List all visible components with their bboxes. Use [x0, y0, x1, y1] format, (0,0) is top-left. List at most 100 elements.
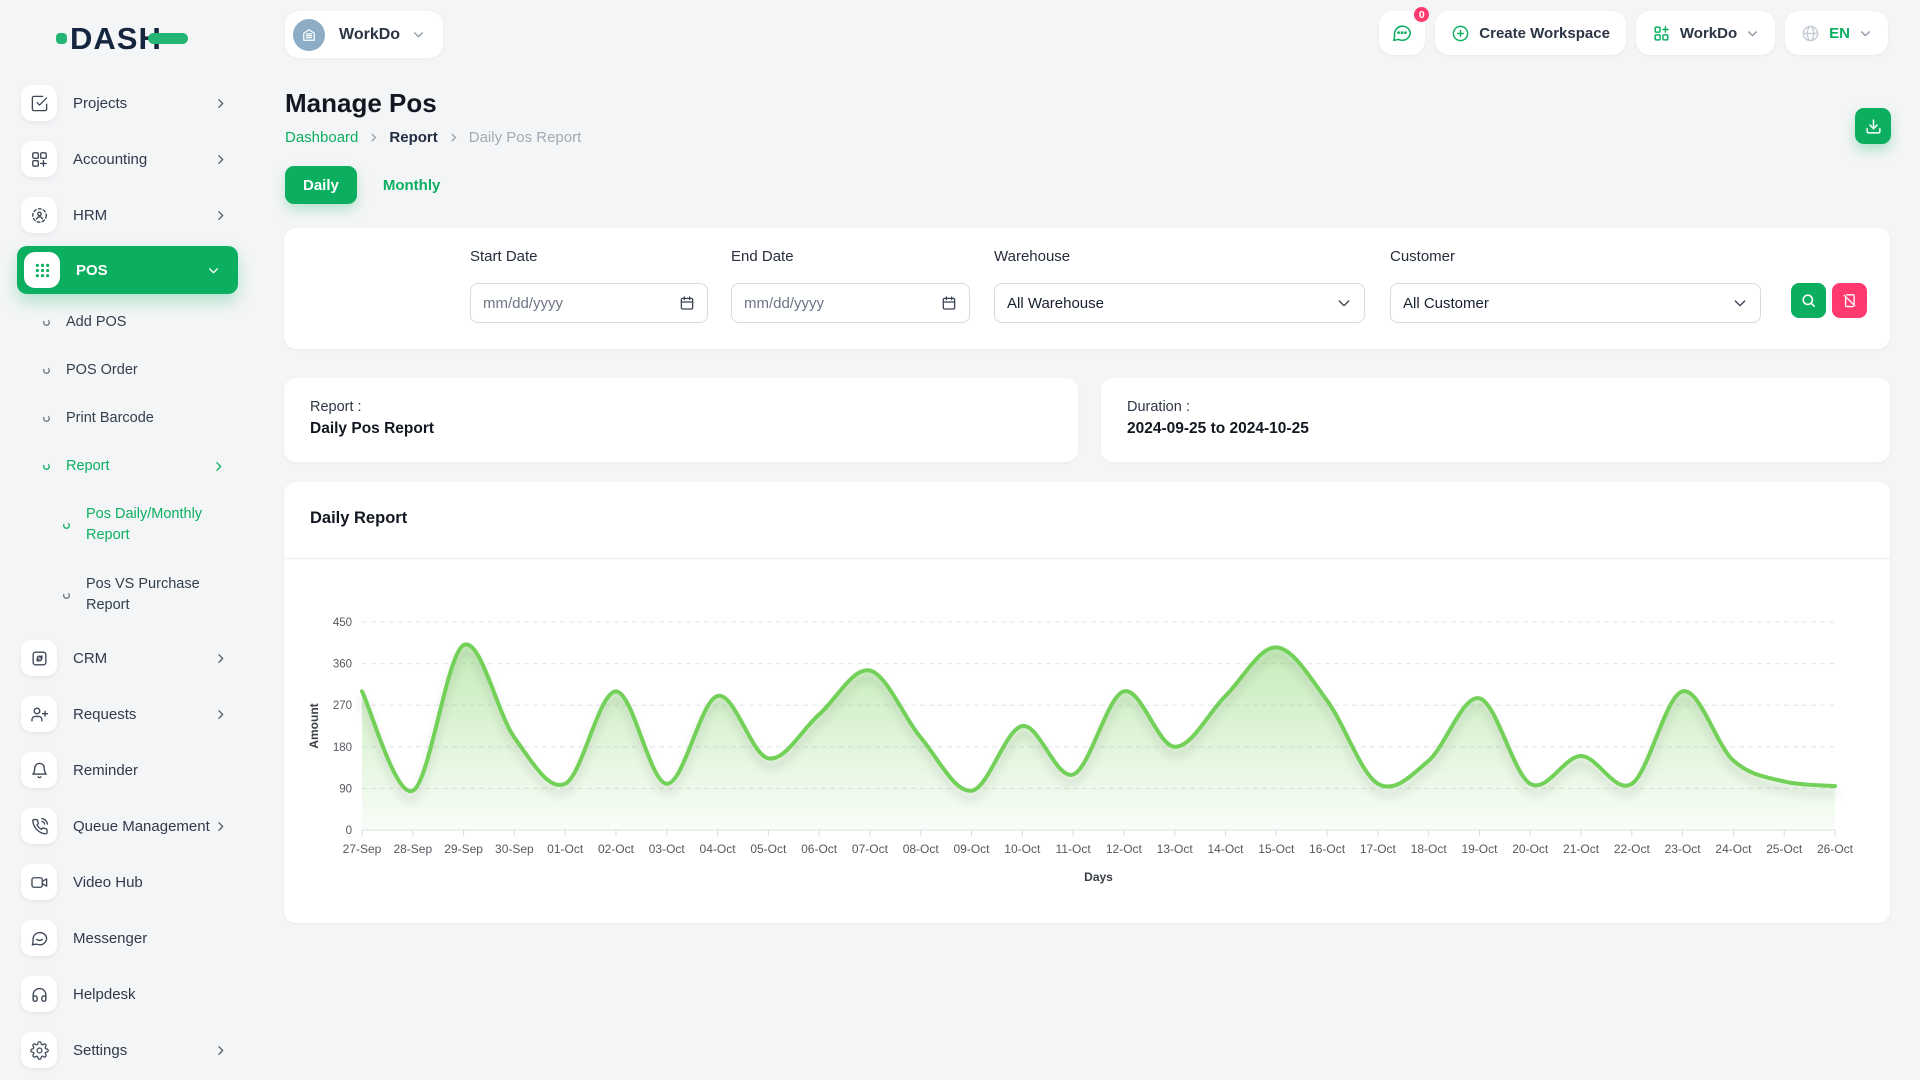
customer-label: Customer: [1390, 248, 1761, 265]
create-workspace-label: Create Workspace: [1479, 25, 1610, 42]
sidebar-item-label: Report: [66, 456, 110, 477]
create-workspace-button[interactable]: Create Workspace: [1435, 11, 1626, 55]
start-date-input[interactable]: mm/dd/yyyy: [470, 283, 708, 323]
report-summary-card: Report : Daily Pos Report: [284, 378, 1078, 462]
report-value: Daily Pos Report: [310, 420, 1052, 438]
svg-text:360: 360: [333, 659, 352, 671]
tab-monthly[interactable]: Monthly: [383, 177, 441, 194]
sidebar-item-label: Accounting: [73, 151, 147, 168]
sidebar-item-queue-management[interactable]: Queue Management: [0, 798, 253, 854]
sidebar-item-label: Requests: [73, 706, 136, 723]
bullet-icon: [62, 591, 71, 600]
svg-text:29-Sep: 29-Sep: [444, 842, 483, 856]
svg-text:270: 270: [333, 700, 352, 712]
sidebar-item-label: Helpdesk: [73, 986, 136, 1003]
chevron-right-icon: [214, 1044, 227, 1057]
svg-text:20-Oct: 20-Oct: [1512, 842, 1549, 856]
sidebar-item-label: Messenger: [73, 930, 147, 947]
svg-text:07-Oct: 07-Oct: [852, 842, 889, 856]
sidebar-item-reminder[interactable]: Reminder: [0, 742, 253, 798]
sidebar-item-label: Add POS: [66, 312, 126, 333]
apply-filter-button[interactable]: [1791, 283, 1826, 318]
bullet-icon: [42, 462, 51, 471]
topbar-actions: 0 Create Workspace WorkDo EN: [1379, 11, 1888, 55]
sidebar-nav: Projects Accounting HRM POS Add POS POS Order…: [0, 75, 253, 1078]
svg-text:21-Oct: 21-Oct: [1563, 842, 1600, 856]
helpdesk-icon: [21, 976, 57, 1012]
svg-text:24-Oct: 24-Oct: [1715, 842, 1752, 856]
chevron-right-icon: [214, 209, 227, 222]
chevron-right-icon: [368, 132, 379, 143]
svg-text:15-Oct: 15-Oct: [1258, 842, 1295, 856]
sidebar-item-projects[interactable]: Projects: [0, 75, 253, 131]
sidebar-item-requests[interactable]: Requests: [0, 686, 253, 742]
sidebar-item-label: Projects: [73, 95, 127, 112]
download-icon: [1865, 118, 1882, 135]
warehouse-value: All Warehouse: [1007, 295, 1336, 312]
sidebar-item-print-barcode[interactable]: Print Barcode: [0, 394, 253, 442]
svg-text:18-Oct: 18-Oct: [1411, 842, 1448, 856]
svg-text:14-Oct: 14-Oct: [1207, 842, 1244, 856]
sidebar-item-label: POS: [76, 262, 108, 279]
svg-text:04-Oct: 04-Oct: [700, 842, 737, 856]
svg-text:25-Oct: 25-Oct: [1766, 842, 1803, 856]
customer-select[interactable]: All Customer: [1390, 283, 1761, 323]
svg-text:11-Oct: 11-Oct: [1056, 842, 1092, 856]
sidebar-item-helpdesk[interactable]: Helpdesk: [0, 966, 253, 1022]
svg-text:28-Sep: 28-Sep: [393, 842, 432, 856]
svg-text:19-Oct: 19-Oct: [1461, 842, 1498, 856]
end-date-input[interactable]: mm/dd/yyyy: [731, 283, 970, 323]
sidebar-item-label: Pos Daily/Monthly Report: [86, 504, 236, 546]
messages-button[interactable]: 0: [1379, 11, 1425, 55]
sidebar-item-messenger[interactable]: Messenger: [0, 910, 253, 966]
reset-filter-button[interactable]: [1832, 283, 1867, 318]
search-icon: [1800, 292, 1817, 309]
breadcrumb-dashboard-link[interactable]: Dashboard: [285, 129, 358, 146]
warehouse-label: Warehouse: [994, 248, 1365, 265]
sidebar-item-label: Print Barcode: [66, 408, 154, 429]
sidebar-item-settings[interactable]: Settings: [0, 1022, 253, 1078]
queue-icon: [21, 808, 57, 844]
app-logo[interactable]: DASH: [56, 20, 188, 56]
breadcrumb-report[interactable]: Report: [389, 129, 437, 146]
svg-text:Amount: Amount: [307, 703, 321, 748]
breadcrumb-current: Daily Pos Report: [469, 129, 582, 146]
svg-text:90: 90: [339, 783, 352, 795]
chevron-right-icon: [214, 652, 227, 665]
language-selector[interactable]: EN: [1785, 11, 1888, 55]
sidebar-item-pos-vs-purchase-report[interactable]: Pos VS Purchase Report: [0, 560, 253, 630]
sidebar-item-hrm[interactable]: HRM: [0, 187, 253, 243]
sidebar-item-video-hub[interactable]: Video Hub: [0, 854, 253, 910]
sidebar-item-crm[interactable]: CRM: [0, 630, 253, 686]
sidebar-item-pos-daily-monthly-report[interactable]: Pos Daily/Monthly Report: [0, 490, 253, 560]
workspace-selector[interactable]: WorkDo: [285, 11, 443, 58]
download-report-button[interactable]: [1855, 108, 1891, 144]
svg-text:05-Oct: 05-Oct: [750, 842, 787, 856]
svg-text:08-Oct: 08-Oct: [903, 842, 940, 856]
notification-badge: 0: [1412, 5, 1431, 24]
chevron-down-icon: [1336, 295, 1352, 311]
daily-report-area-chart: 09018027036045027-Sep28-Sep29-Sep30-Sep0…: [284, 482, 1890, 923]
sidebar-item-report[interactable]: Report: [0, 442, 253, 490]
sidebar-item-label: Video Hub: [73, 874, 143, 891]
svg-text:450: 450: [333, 617, 352, 629]
svg-text:17-Oct: 17-Oct: [1360, 842, 1397, 856]
settings-icon: [21, 1032, 57, 1068]
workspace-switcher[interactable]: WorkDo: [1636, 11, 1775, 55]
warehouse-select[interactable]: All Warehouse: [994, 283, 1365, 323]
svg-text:03-Oct: 03-Oct: [649, 842, 686, 856]
daily-report-chart-card: Daily Report 09018027036045027-Sep28-Sep…: [284, 482, 1890, 923]
tab-daily[interactable]: Daily: [285, 166, 357, 204]
svg-text:16-Oct: 16-Oct: [1309, 842, 1346, 856]
workspace-grid-icon: [1652, 24, 1671, 43]
sidebar-item-add-pos[interactable]: Add POS: [0, 298, 253, 346]
sidebar-item-accounting[interactable]: Accounting: [0, 131, 253, 187]
sidebar-item-label: POS Order: [66, 360, 138, 381]
pos-icon: [24, 252, 60, 288]
duration-label: Duration :: [1127, 399, 1864, 415]
logo-dot-shape: [56, 33, 67, 44]
sidebar-item-pos[interactable]: POS: [17, 246, 238, 294]
building-icon: [300, 26, 318, 44]
sidebar-item-pos-order[interactable]: POS Order: [0, 346, 253, 394]
video-icon: [21, 864, 57, 900]
